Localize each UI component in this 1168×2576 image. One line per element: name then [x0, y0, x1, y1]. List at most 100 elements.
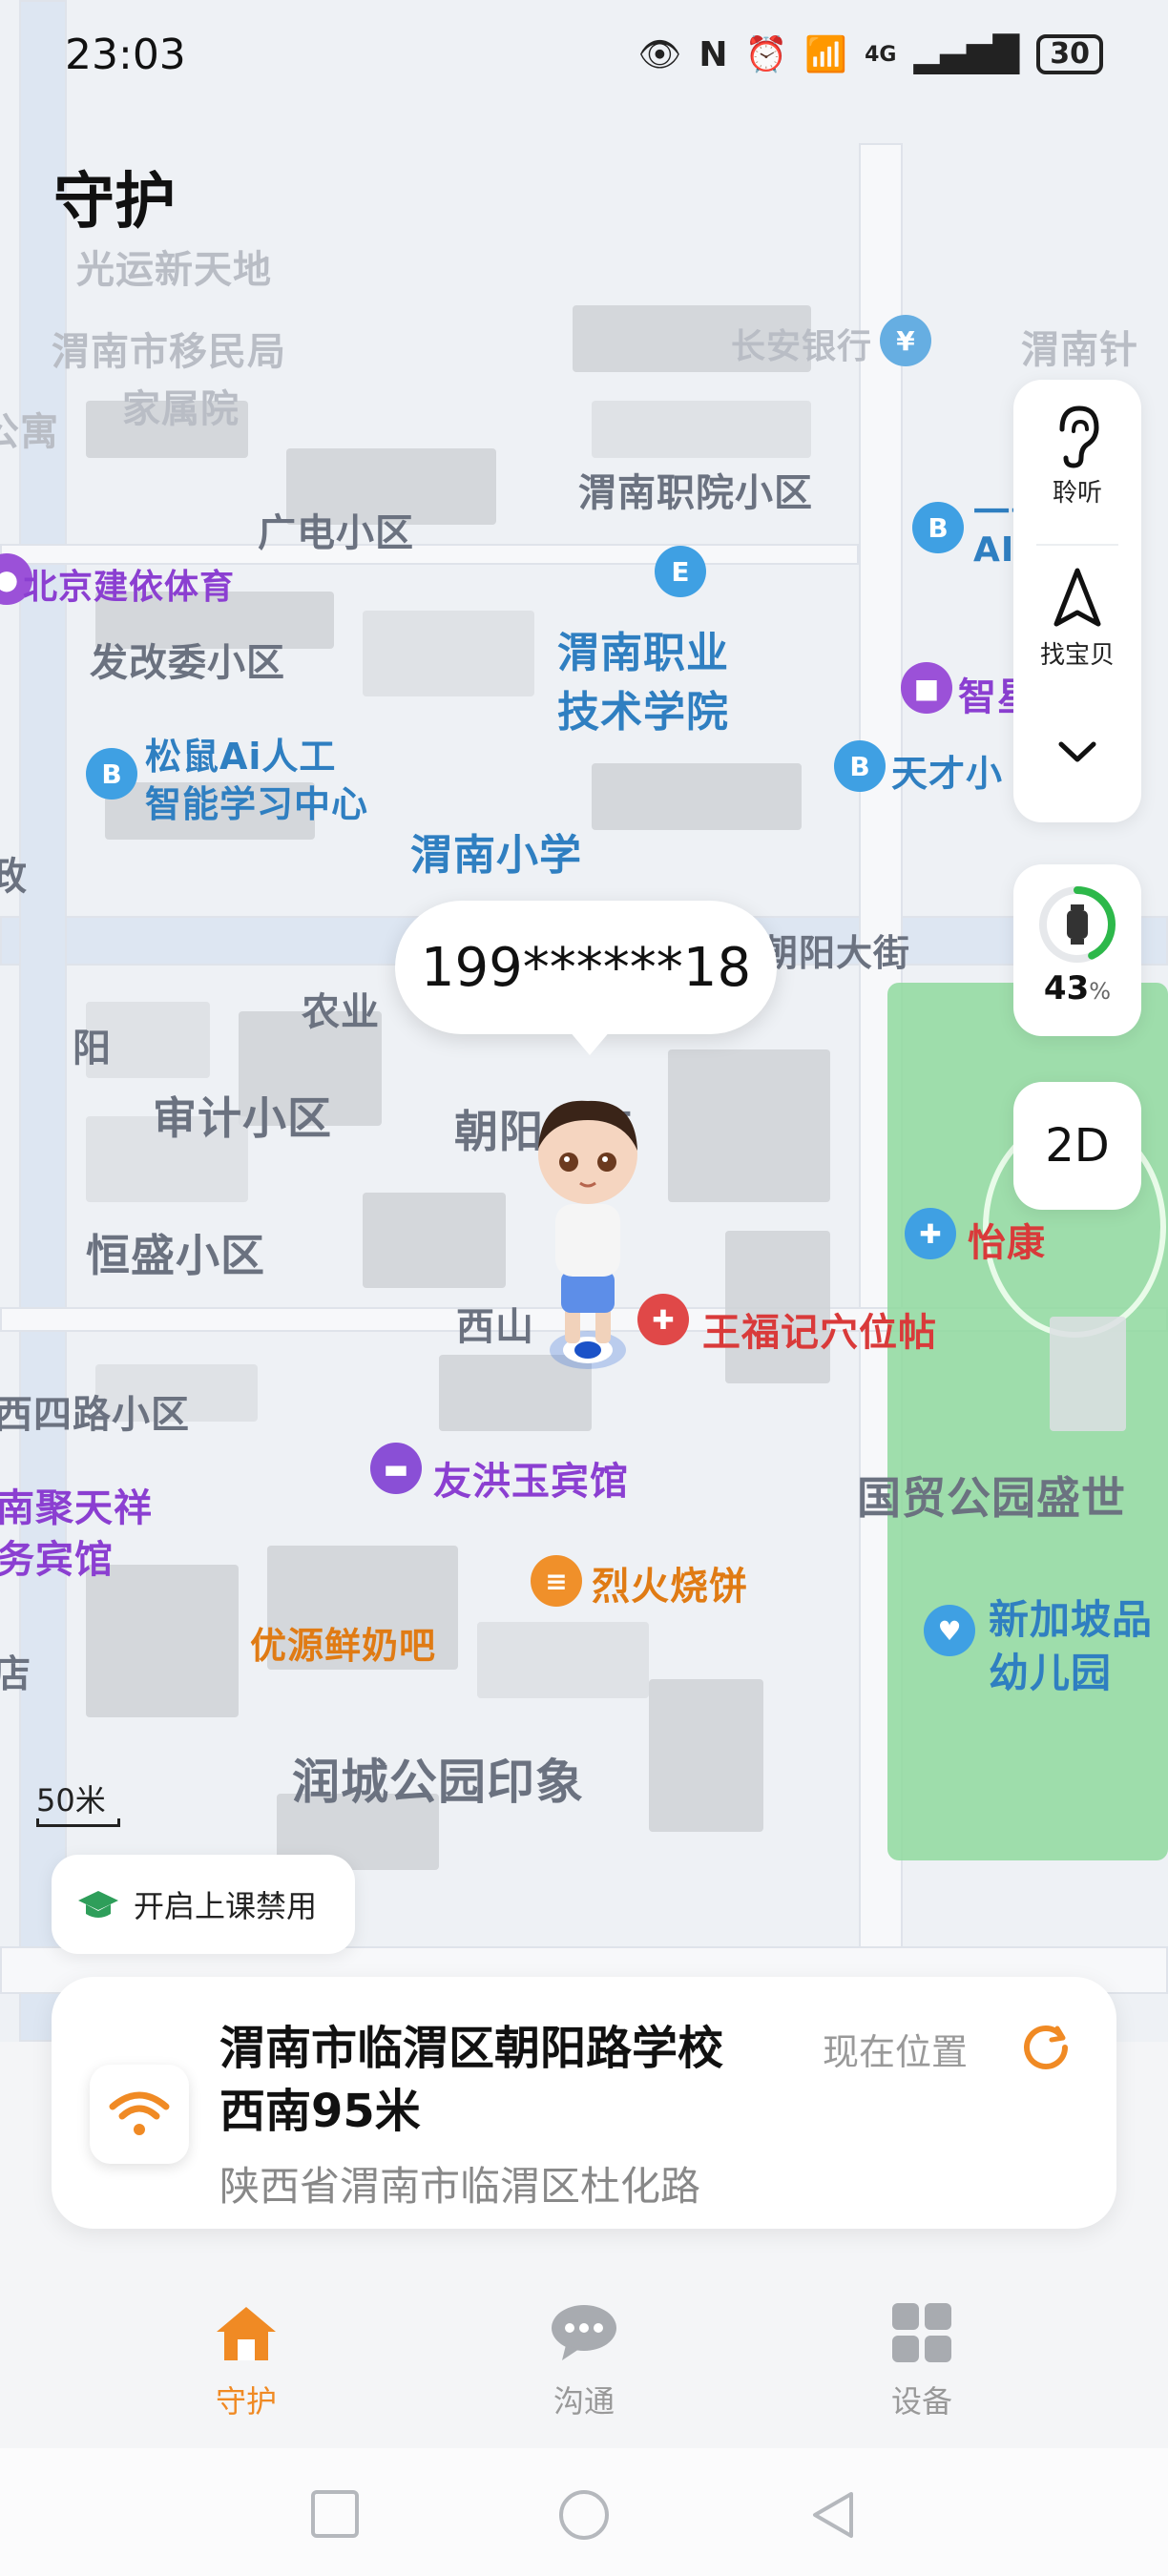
signal-icon: ▂▄▆█: [913, 34, 1020, 74]
map-label: 渭南职业: [557, 629, 729, 677]
bottom-nav: 守护 沟通 设备: [0, 2267, 1168, 2448]
class-mode-button[interactable]: 开启上课禁用: [52, 1855, 355, 1954]
map-label: 朝阳大街: [761, 932, 911, 974]
map-label: 渭南市移民局: [52, 330, 286, 374]
class-mode-label: 开启上课禁用: [134, 1888, 318, 1924]
map-label: 务宾馆: [0, 1538, 114, 1582]
nfc-icon: N: [699, 34, 728, 74]
map-label: 公寓: [0, 410, 59, 454]
home-button[interactable]: [557, 2488, 611, 2542]
status-icons: 👁 N ⏰ 📶 4G ▂▄▆█ 30: [638, 34, 1103, 74]
location-address: 陕西省渭南市临渭区杜化路: [219, 2163, 701, 2210]
battery-indicator: 30: [1036, 34, 1103, 74]
map-label: 渭南针: [1021, 328, 1138, 372]
device-phone-bubble[interactable]: 199******18: [395, 901, 777, 1034]
wifi-icon: 📶: [804, 35, 848, 74]
map-label: 长安银行: [731, 327, 873, 366]
listen-label: 聆听: [1052, 479, 1102, 508]
map-label: 友洪玉宾馆: [433, 1460, 629, 1504]
chat-bubble-icon: [552, 2305, 616, 2360]
child-avatar-marker[interactable]: [523, 1088, 653, 1374]
building: [1050, 1317, 1126, 1431]
listen-button[interactable]: 聆听: [1013, 403, 1141, 509]
find-child-button[interactable]: 找宝贝: [1013, 565, 1141, 671]
road: [19, 0, 67, 2042]
percent-sign: %: [1089, 978, 1112, 1005]
map-label: 店: [0, 1652, 31, 1696]
watch-battery-card[interactable]: 43%: [1013, 864, 1141, 1036]
map-label: 幼儿园: [989, 1650, 1113, 1696]
building: [649, 1679, 763, 1832]
map-label: 松鼠Ai人工: [145, 736, 337, 778]
alarm-off-icon: ⏰: [744, 35, 788, 74]
building: [592, 401, 811, 458]
device-phone-number: 199******18: [420, 936, 752, 999]
network-type: 4G: [865, 42, 897, 67]
tab-chat[interactable]: 沟通: [508, 2301, 660, 2421]
tab-device[interactable]: 设备: [845, 2301, 998, 2421]
map-label: 南聚天祥: [0, 1486, 153, 1530]
find-child-label: 找宝贝: [1039, 641, 1115, 670]
map-label: 审计小区: [153, 1092, 332, 1144]
map-label: 农业: [302, 990, 380, 1034]
graduation-cap-icon: [78, 1891, 118, 1918]
map-label: AI: [973, 530, 1015, 570]
system-nav-bar: [0, 2448, 1168, 2576]
map-label: 恒盛小区: [86, 1230, 265, 1281]
building: [592, 763, 802, 830]
tab-device-label: 设备: [890, 2383, 952, 2420]
bank-icon: ¥: [880, 315, 931, 366]
building: [363, 611, 534, 696]
wifi-icon: [109, 2091, 170, 2135]
kindergarten-icon: ♥: [924, 1605, 975, 1656]
expand-controls-button[interactable]: [1013, 733, 1141, 775]
bubble-tail: [569, 1030, 611, 1055]
location-card[interactable]: 渭南市临渭区朝阳路学校西南95米 现在位置 陕西省渭南市临渭区杜化路: [52, 1977, 1116, 2229]
book-icon: B: [912, 502, 964, 553]
map-label: 北京建依体育: [23, 568, 236, 607]
map-control-panel: 聆听 找宝贝: [1013, 380, 1141, 822]
divider: [1036, 544, 1118, 546]
map-label: 渭南职院小区: [578, 471, 813, 515]
grid-apps-icon: [892, 2303, 951, 2362]
building: [86, 1565, 239, 1717]
map-label: 智能学习中心: [145, 783, 369, 825]
refresh-icon[interactable]: [1019, 2019, 1073, 2072]
ear-icon: [1059, 405, 1099, 468]
map-label: 王福记穴位帖: [702, 1311, 937, 1355]
map-scale-label: 50米: [36, 1782, 106, 1818]
location-title: 渭南市临渭区朝阳路学校西南95米: [219, 2022, 724, 2138]
map-mode-toggle[interactable]: 2D: [1013, 1082, 1141, 1210]
map-label: 西四路小区: [0, 1393, 190, 1437]
navigate-arrow-icon: [1053, 568, 1101, 627]
page-title: 守护: [53, 167, 176, 238]
location-source-badge: [90, 2065, 189, 2164]
map-label: 广电小区: [258, 511, 414, 555]
map-label: 怡康: [968, 1221, 1046, 1265]
building: [477, 1622, 649, 1698]
back-button[interactable]: [807, 2488, 859, 2542]
school-icon: E: [655, 546, 706, 597]
location-status: 现在位置: [823, 2031, 969, 2073]
eye-icon: 👁: [637, 35, 682, 74]
pharmacy-icon: ✚: [905, 1208, 956, 1259]
map-label: 光运新天地: [76, 248, 272, 292]
watch-battery-percent: 43: [1043, 969, 1090, 1008]
status-time: 23:03: [65, 31, 186, 79]
tab-guard[interactable]: 守护: [170, 2301, 323, 2421]
map-label: 技术学院: [557, 688, 729, 737]
watch-battery-ring: [1039, 886, 1116, 963]
map-label: 阳: [73, 1027, 112, 1070]
recent-apps-button[interactable]: [309, 2488, 361, 2540]
map-mode-label: 2D: [1045, 1119, 1110, 1173]
map-label: 发改委小区: [90, 641, 285, 685]
status-bar: 23:03 👁 N ⏰ 📶 4G ▂▄▆█ 30: [0, 0, 1168, 114]
building: [363, 1193, 506, 1288]
map-label: 烈火烧饼: [592, 1565, 748, 1609]
map-label: 优源鲜奶吧: [250, 1625, 437, 1667]
map-label: 新加坡品: [989, 1596, 1154, 1643]
map-label: 润城公园印象: [292, 1755, 584, 1810]
chevron-down-icon: [1058, 741, 1096, 762]
food-icon: ≡: [531, 1555, 582, 1607]
map-label: 天才小: [891, 753, 1004, 795]
